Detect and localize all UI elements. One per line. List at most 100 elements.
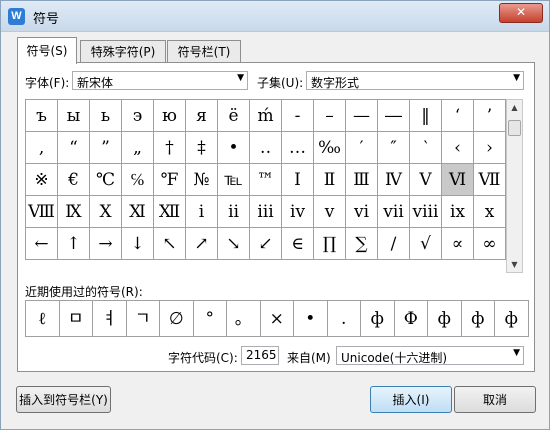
symbol-cell[interactable]: „	[122, 132, 154, 164]
symbol-cell[interactable]: ⅶ	[378, 196, 410, 228]
symbol-cell[interactable]: Ⅸ	[58, 196, 90, 228]
symbol-cell[interactable]: ∏	[314, 228, 346, 260]
recent-symbol-cell[interactable]: ф	[361, 301, 395, 337]
recent-symbol-cell[interactable]: ×	[260, 301, 294, 337]
symbol-cell[interactable]: ※	[26, 164, 58, 196]
recent-symbol-cell[interactable]: ф	[428, 301, 462, 337]
symbol-cell[interactable]: ‥	[250, 132, 282, 164]
recent-symbol-cell[interactable]: °	[193, 301, 227, 337]
symbol-cell[interactable]: ℡	[218, 164, 250, 196]
symbol-cell[interactable]: ⅱ	[218, 196, 250, 228]
symbol-cell[interactable]: …	[282, 132, 314, 164]
symbol-cell[interactable]: ∈	[282, 228, 314, 260]
recent-symbol-cell[interactable]: 。	[227, 301, 261, 337]
symbol-cell[interactable]: ‹	[442, 132, 474, 164]
symbol-cell[interactable]: Ⅷ	[26, 196, 58, 228]
symbol-cell[interactable]: ›	[474, 132, 506, 164]
symbol-cell[interactable]: Ⅵ	[442, 164, 474, 196]
symbol-cell[interactable]: ”	[90, 132, 122, 164]
symbol-cell[interactable]: ℉	[154, 164, 186, 196]
symbol-cell[interactable]: †	[154, 132, 186, 164]
symbol-cell[interactable]: ∕	[378, 228, 410, 260]
symbol-cell[interactable]: №	[186, 164, 218, 196]
font-select[interactable]: 新宋体 ▼	[72, 71, 248, 90]
recent-symbol-cell[interactable]: ℓ	[26, 301, 60, 337]
symbol-cell[interactable]: ↓	[122, 228, 154, 260]
recent-symbol-cell[interactable]: ∅	[160, 301, 194, 337]
symbol-cell[interactable]: -	[282, 100, 314, 132]
symbol-cell[interactable]: √	[410, 228, 442, 260]
char-code-input[interactable]: 2165	[241, 346, 279, 365]
symbol-cell[interactable]: Ⅺ	[122, 196, 154, 228]
recent-symbol-cell[interactable]: ㅁ	[59, 301, 93, 337]
recent-symbol-cell[interactable]: ф	[461, 301, 495, 337]
symbol-cell[interactable]: ←	[26, 228, 58, 260]
close-button[interactable]: ✕	[499, 3, 543, 23]
symbol-cell[interactable]: ’	[474, 100, 506, 132]
symbol-cell[interactable]: ↑	[58, 228, 90, 260]
symbol-cell[interactable]: ″	[378, 132, 410, 164]
recent-symbol-cell[interactable]: Ф	[394, 301, 428, 337]
symbol-cell[interactable]: ⅲ	[250, 196, 282, 228]
symbol-cell[interactable]: •	[218, 132, 250, 164]
symbol-cell[interactable]: “	[58, 132, 90, 164]
symbol-cell[interactable]: ⅵ	[346, 196, 378, 228]
symbol-cell[interactable]: ―	[378, 100, 410, 132]
symbol-cell[interactable]: Ⅲ	[346, 164, 378, 196]
symbol-cell[interactable]: Ⅻ	[154, 196, 186, 228]
symbol-cell[interactable]: ъ	[26, 100, 58, 132]
symbol-cell[interactable]: ‡	[186, 132, 218, 164]
symbol-cell[interactable]: ⅰ	[186, 196, 218, 228]
symbol-cell[interactable]: ∝	[442, 228, 474, 260]
recent-symbol-cell[interactable]: •	[294, 301, 328, 337]
symbol-cell[interactable]: ™	[250, 164, 282, 196]
symbol-cell[interactable]: ‵	[410, 132, 442, 164]
tab-symbols[interactable]: 符号(S)	[17, 37, 77, 64]
symbol-cell[interactable]: ‚	[26, 132, 58, 164]
symbol-cell[interactable]: э	[122, 100, 154, 132]
symbol-cell[interactable]: →	[90, 228, 122, 260]
scroll-up-icon[interactable]: ▲	[507, 100, 522, 115]
symbol-cell[interactable]: ∞	[474, 228, 506, 260]
symbol-cell[interactable]: ḿ	[250, 100, 282, 132]
symbol-cell[interactable]: ↙	[250, 228, 282, 260]
symbol-cell[interactable]: Ⅱ	[314, 164, 346, 196]
insert-button[interactable]: 插入(I)	[370, 386, 452, 413]
symbol-cell[interactable]: ⅹ	[474, 196, 506, 228]
symbol-cell[interactable]: Ⅰ	[282, 164, 314, 196]
symbol-cell[interactable]: ⅷ	[410, 196, 442, 228]
symbol-grid-scrollbar[interactable]: ▲ ▼	[506, 99, 523, 273]
symbol-cell[interactable]: —	[346, 100, 378, 132]
scroll-down-icon[interactable]: ▼	[507, 257, 522, 272]
symbol-cell[interactable]: €	[58, 164, 90, 196]
symbol-cell[interactable]: ‘	[442, 100, 474, 132]
recent-symbol-cell[interactable]: ㄱ	[126, 301, 160, 337]
encoding-select[interactable]: Unicode(十六进制) ▼	[336, 346, 524, 365]
symbol-cell[interactable]: ⅸ	[442, 196, 474, 228]
insert-to-symbol-bar-button[interactable]: 插入到符号栏(Y)	[16, 386, 111, 413]
symbol-cell[interactable]: ⅳ	[282, 196, 314, 228]
symbol-cell[interactable]: я	[186, 100, 218, 132]
symbol-cell[interactable]: –	[314, 100, 346, 132]
scroll-thumb[interactable]	[508, 120, 521, 136]
symbol-cell[interactable]: ′	[346, 132, 378, 164]
symbol-cell[interactable]: ↗	[186, 228, 218, 260]
recent-symbol-cell[interactable]: ф	[495, 301, 529, 337]
symbol-cell[interactable]: ↘	[218, 228, 250, 260]
symbol-cell[interactable]: Ⅶ	[474, 164, 506, 196]
symbol-cell[interactable]: ∑	[346, 228, 378, 260]
symbol-cell[interactable]: ℃	[90, 164, 122, 196]
tab-symbol-bar[interactable]: 符号栏(T)	[167, 40, 241, 63]
symbol-cell[interactable]: ю	[154, 100, 186, 132]
symbol-cell[interactable]: ↖	[154, 228, 186, 260]
recent-symbol-cell[interactable]: .	[327, 301, 361, 337]
cancel-button[interactable]: 取消	[454, 386, 536, 413]
recent-symbol-cell[interactable]: ㅕ	[93, 301, 127, 337]
symbol-cell[interactable]: Ⅴ	[410, 164, 442, 196]
symbol-cell[interactable]: ё	[218, 100, 250, 132]
symbol-cell[interactable]: Ⅳ	[378, 164, 410, 196]
symbol-cell[interactable]: ‰	[314, 132, 346, 164]
subset-select[interactable]: 数字形式 ▼	[306, 71, 524, 90]
symbol-cell[interactable]: ‖	[410, 100, 442, 132]
symbol-cell[interactable]: ℅	[122, 164, 154, 196]
